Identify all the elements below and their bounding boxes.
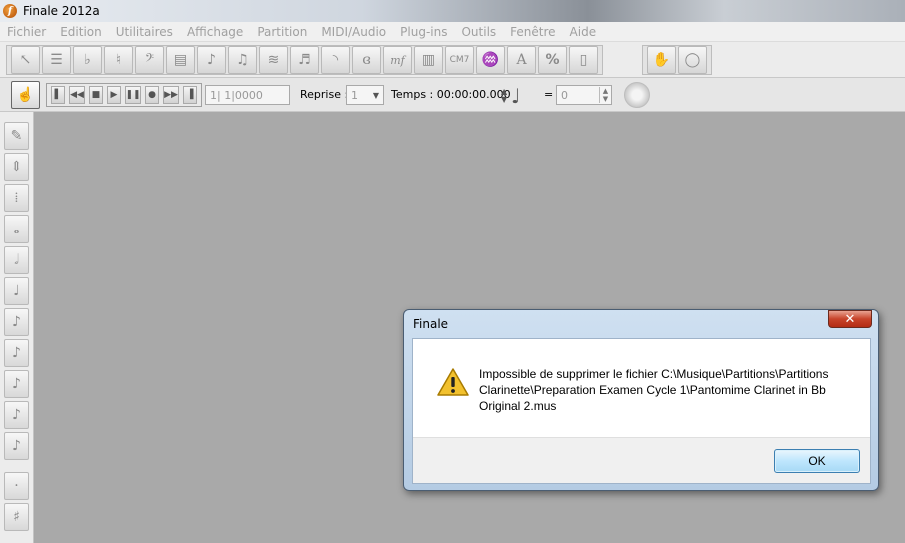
rewind-to-start-icon[interactable]: ▌ xyxy=(51,86,66,104)
dot-icon[interactable]: · xyxy=(4,472,29,500)
quarter-note-icon[interactable]: ♩ xyxy=(4,277,29,305)
finale-logo-icon: f xyxy=(3,4,17,18)
menu-partition[interactable]: Partition xyxy=(250,25,314,39)
spinner-icon[interactable]: ▲ ▼ xyxy=(599,87,611,103)
chord-tool-icon[interactable]: CM7 xyxy=(445,46,474,74)
key-signature-tool-icon[interactable]: ♭ xyxy=(73,46,102,74)
warning-icon xyxy=(437,368,469,396)
hundred-twenty-eighth-note-icon[interactable]: ♪ xyxy=(4,432,29,460)
quarter-note-icon: ♩ xyxy=(511,84,521,108)
main-tool-palette: ↖ ☰ ♭ ♮ 𝄢 ▤ ♪ ♫ ≋ ♬ ◝ ɞ mf ▥ CM7 ♒ A % ▯… xyxy=(0,42,905,78)
text-tool-icon[interactable]: A xyxy=(507,46,536,74)
tempo-note-selector[interactable]: ▲ ▼ ♩ xyxy=(501,84,537,108)
menu-affichage[interactable]: Affichage xyxy=(180,25,250,39)
sharp-icon[interactable]: ♯ xyxy=(4,503,29,531)
menu-plug-ins[interactable]: Plug-ins xyxy=(393,25,454,39)
menu-utilitaires[interactable]: Utilitaires xyxy=(109,25,180,39)
dialog-message: Impossible de supprimer le fichier C:\Mu… xyxy=(479,367,829,413)
menu-edition[interactable]: Edition xyxy=(53,25,109,39)
simple-entry-tool-icon[interactable]: ♪ xyxy=(197,46,226,74)
layer-tool-icon[interactable]: ≋ xyxy=(259,46,288,74)
repeat-select[interactable]: 1 ▼ xyxy=(346,85,384,105)
chevron-down-icon: ▼ xyxy=(372,90,379,100)
advanced-tools-palette: ✎ ⇕ ⁞ 𝅝 𝅗𝅥 ♩ ♪ ♪ ♪ ♪ ♪ · ♯ xyxy=(0,112,34,543)
zoom-icon[interactable]: ◯ xyxy=(678,46,707,74)
smart-shape-tool-icon[interactable]: ◝ xyxy=(321,46,350,74)
play-icon[interactable]: ▶ xyxy=(106,86,122,104)
tool-group-view: ✋ ◯ xyxy=(642,45,712,75)
staff-tool-icon[interactable]: ☰ xyxy=(42,46,71,74)
ok-button[interactable]: OK xyxy=(774,449,860,473)
speedy-entry-tool-icon[interactable]: ♫ xyxy=(228,46,257,74)
metronome-click-icon[interactable] xyxy=(624,82,650,108)
thirty-second-note-icon[interactable]: ♪ xyxy=(4,370,29,398)
tuplet-tool-icon[interactable]: ♬ xyxy=(290,46,319,74)
time-display: Temps : 00:00:00.000 xyxy=(391,88,511,101)
menu-midi-audio[interactable]: MIDI/Audio xyxy=(314,25,393,39)
pause-icon[interactable]: ❚❚ xyxy=(125,86,142,104)
error-dialog: Finale ✕ Impossible de supprimer le fich… xyxy=(403,309,879,491)
tempo-value-field[interactable]: 0 ▲ ▼ xyxy=(556,85,612,105)
eye-visibility-icon[interactable]: ⇕ xyxy=(4,153,29,181)
menu-fichier[interactable]: Fichier xyxy=(0,25,53,39)
hand-cursor-icon[interactable]: ☝ xyxy=(11,81,40,109)
selection-tool-icon[interactable]: ↖ xyxy=(11,46,40,74)
clef-tool-icon[interactable]: 𝄢 xyxy=(135,46,164,74)
lyrics-tool-icon[interactable]: ♒ xyxy=(476,46,505,74)
measure-position-field[interactable]: 1| 1|0000 xyxy=(205,85,290,105)
sixteenth-note-icon[interactable]: ♪ xyxy=(4,339,29,367)
close-button[interactable]: ✕ xyxy=(828,310,872,328)
dialog-footer: OK xyxy=(413,437,870,483)
dialog-title: Finale xyxy=(413,317,449,331)
menu-bar: Fichier Edition Utilitaires Affichage Pa… xyxy=(0,22,905,42)
transport-controls: ▌ ◀◀ ■ ▶ ❚❚ ● ▶▶ ▐ xyxy=(46,83,202,107)
expression-tool-icon[interactable]: mf xyxy=(383,46,412,74)
repeat-tool-icon[interactable]: ▥ xyxy=(414,46,443,74)
title-bar: f Finale 2012a xyxy=(0,0,905,22)
graphics-tool-icon[interactable]: ▯ xyxy=(569,46,598,74)
repeat-value: 1 xyxy=(351,88,358,102)
resize-tool-icon[interactable]: % xyxy=(538,46,567,74)
eraser-icon[interactable]: ✎ xyxy=(4,122,29,150)
equals-sign: = xyxy=(544,88,554,101)
measure-tool-icon[interactable]: ▤ xyxy=(166,46,195,74)
whole-note-icon[interactable]: 𝅝 xyxy=(4,215,29,243)
menu-fenetre[interactable]: Fenêtre xyxy=(503,25,562,39)
fast-forward-icon[interactable]: ▶▶ xyxy=(163,86,179,104)
record-icon[interactable]: ● xyxy=(145,86,160,104)
menu-outils[interactable]: Outils xyxy=(454,25,503,39)
articulation-tool-icon[interactable]: ɞ xyxy=(352,46,381,74)
eighth-note-icon[interactable]: ♪ xyxy=(4,308,29,336)
beam-icon[interactable]: ⁞ xyxy=(4,184,29,212)
spin-arrows-icon: ▲ ▼ xyxy=(501,87,508,104)
repeat-label: Reprise : xyxy=(300,88,349,101)
rewind-icon[interactable]: ◀◀ xyxy=(69,86,85,104)
window-title: Finale 2012a xyxy=(23,4,100,18)
stop-icon[interactable]: ■ xyxy=(88,86,103,104)
sixty-fourth-note-icon[interactable]: ♪ xyxy=(4,401,29,429)
tool-group-main: ↖ ☰ ♭ ♮ 𝄢 ▤ ♪ ♫ ≋ ♬ ◝ ɞ mf ▥ CM7 ♒ A % ▯ xyxy=(6,45,603,75)
half-note-icon[interactable]: 𝅗𝅥 xyxy=(4,246,29,274)
dialog-body: Impossible de supprimer le fichier C:\Mu… xyxy=(412,338,871,484)
time-signature-tool-icon[interactable]: ♮ xyxy=(104,46,133,74)
hand-grabber-icon[interactable]: ✋ xyxy=(647,46,676,74)
tempo-value: 0 xyxy=(561,88,568,102)
forward-to-end-icon[interactable]: ▐ xyxy=(182,86,197,104)
menu-aide[interactable]: Aide xyxy=(563,25,604,39)
playback-controls-bar: ☝ ▌ ◀◀ ■ ▶ ❚❚ ● ▶▶ ▐ 1| 1|0000 Reprise :… xyxy=(0,78,905,112)
